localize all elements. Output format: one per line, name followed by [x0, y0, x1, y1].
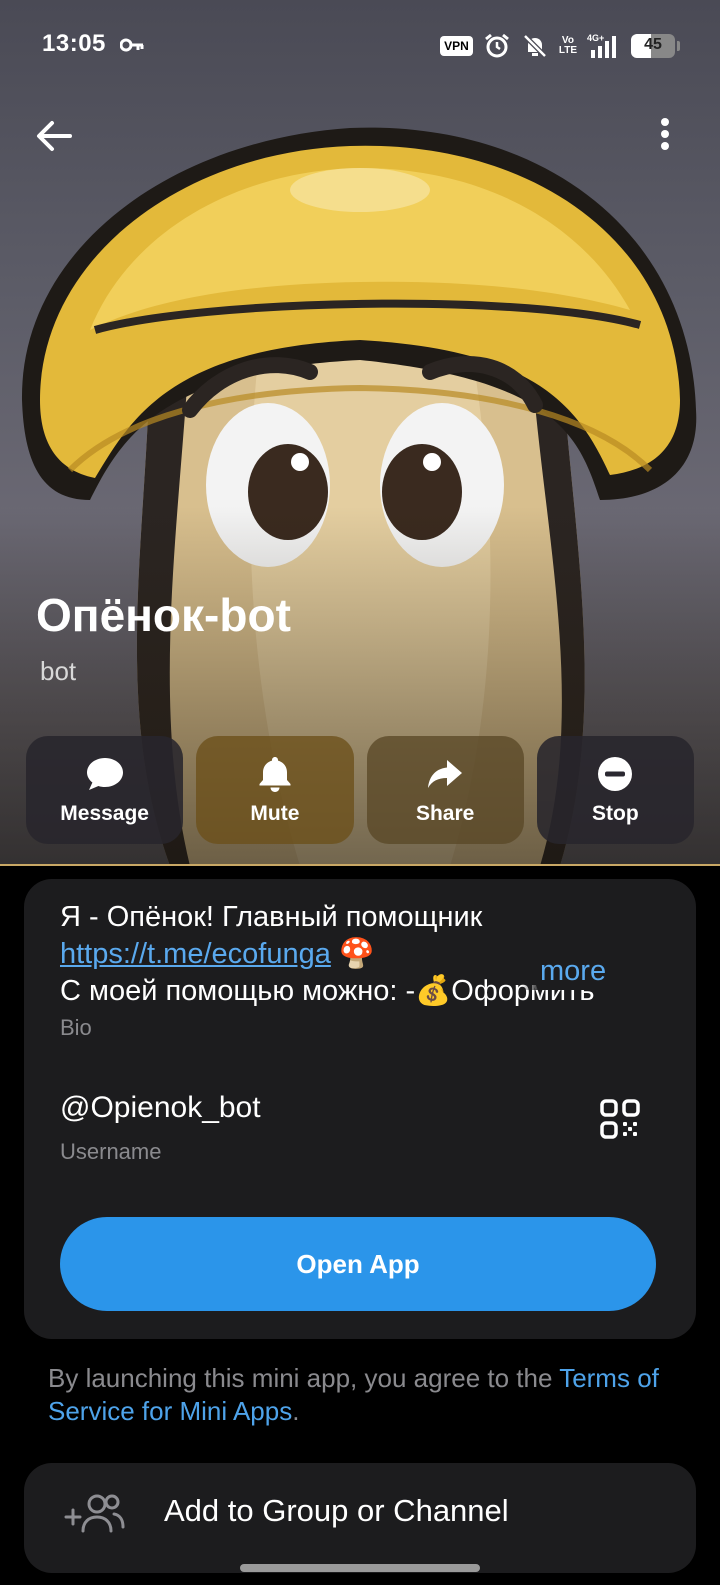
bio-label: Bio [60, 1015, 92, 1040]
message-button[interactable]: Message [26, 736, 184, 844]
mushroom-emoji: 🍄 [338, 938, 375, 970]
mute-button[interactable]: Mute [196, 736, 354, 844]
terms-notice: By launching this mini app, you agree to… [48, 1362, 688, 1428]
alarm-icon [484, 33, 509, 58]
add-to-group-button[interactable]: Add to Group or Channel [24, 1463, 696, 1573]
more-link[interactable]: more [522, 953, 607, 990]
add-users-icon [64, 1494, 125, 1533]
terms-prefix: By launching this mini app, you agree to… [48, 1363, 560, 1393]
share-label: Share [415, 802, 475, 825]
message-label: Message [60, 802, 149, 825]
battery-level: 45 [644, 36, 662, 53]
profile-hero: 13:05 VPN Vo LTE 4G+ 45 Опёнок-bot bot M… [0, 0, 720, 866]
terms-suffix: . [292, 1396, 300, 1426]
info-card: Я - Опёнок! Главный помощник https://t.m… [24, 879, 696, 1339]
message-icon [86, 758, 123, 790]
signal-icon: 4G+ [587, 33, 616, 58]
vpn-badge: VPN [440, 36, 473, 56]
share-icon [428, 760, 463, 788]
bell-off-icon [523, 34, 547, 58]
share-button[interactable]: Share [366, 736, 524, 844]
bio-link[interactable]: https://t.me/ecofunga [60, 938, 331, 970]
status-bar: 13:05 VPN Vo LTE 4G+ 45 [0, 0, 720, 92]
action-bar: Message Mute Share Stop [26, 736, 694, 844]
bio-line: Я - Опёнок! Главный помощник [60, 901, 483, 933]
home-indicator[interactable] [240, 1564, 480, 1572]
more-vertical-icon[interactable] [648, 112, 682, 160]
arrow-left-icon[interactable] [30, 112, 78, 160]
status-icons: VPN Vo LTE 4G+ 45 [440, 30, 680, 62]
bell-icon [259, 757, 291, 792]
mute-label: Mute [250, 802, 300, 825]
add-to-group-label: Add to Group or Channel [164, 1493, 509, 1528]
svg-text:4G+: 4G+ [587, 33, 604, 43]
profile-status: bot [40, 656, 77, 686]
profile-name: Опёнок-bot [36, 589, 291, 641]
username-value[interactable]: @Opienok_bot [60, 1091, 261, 1125]
stop-button[interactable]: Stop [536, 736, 694, 844]
key-icon [120, 38, 144, 52]
status-time: 13:05 [42, 30, 106, 57]
open-app-button[interactable]: Open App [60, 1217, 656, 1311]
username-label: Username [60, 1139, 162, 1164]
volte-indicator: Vo LTE [558, 35, 577, 56]
battery-icon: 45 [631, 34, 675, 58]
qr-code-icon[interactable] [598, 1097, 642, 1141]
stop-label: Stop [592, 802, 639, 825]
stop-icon [598, 757, 633, 791]
